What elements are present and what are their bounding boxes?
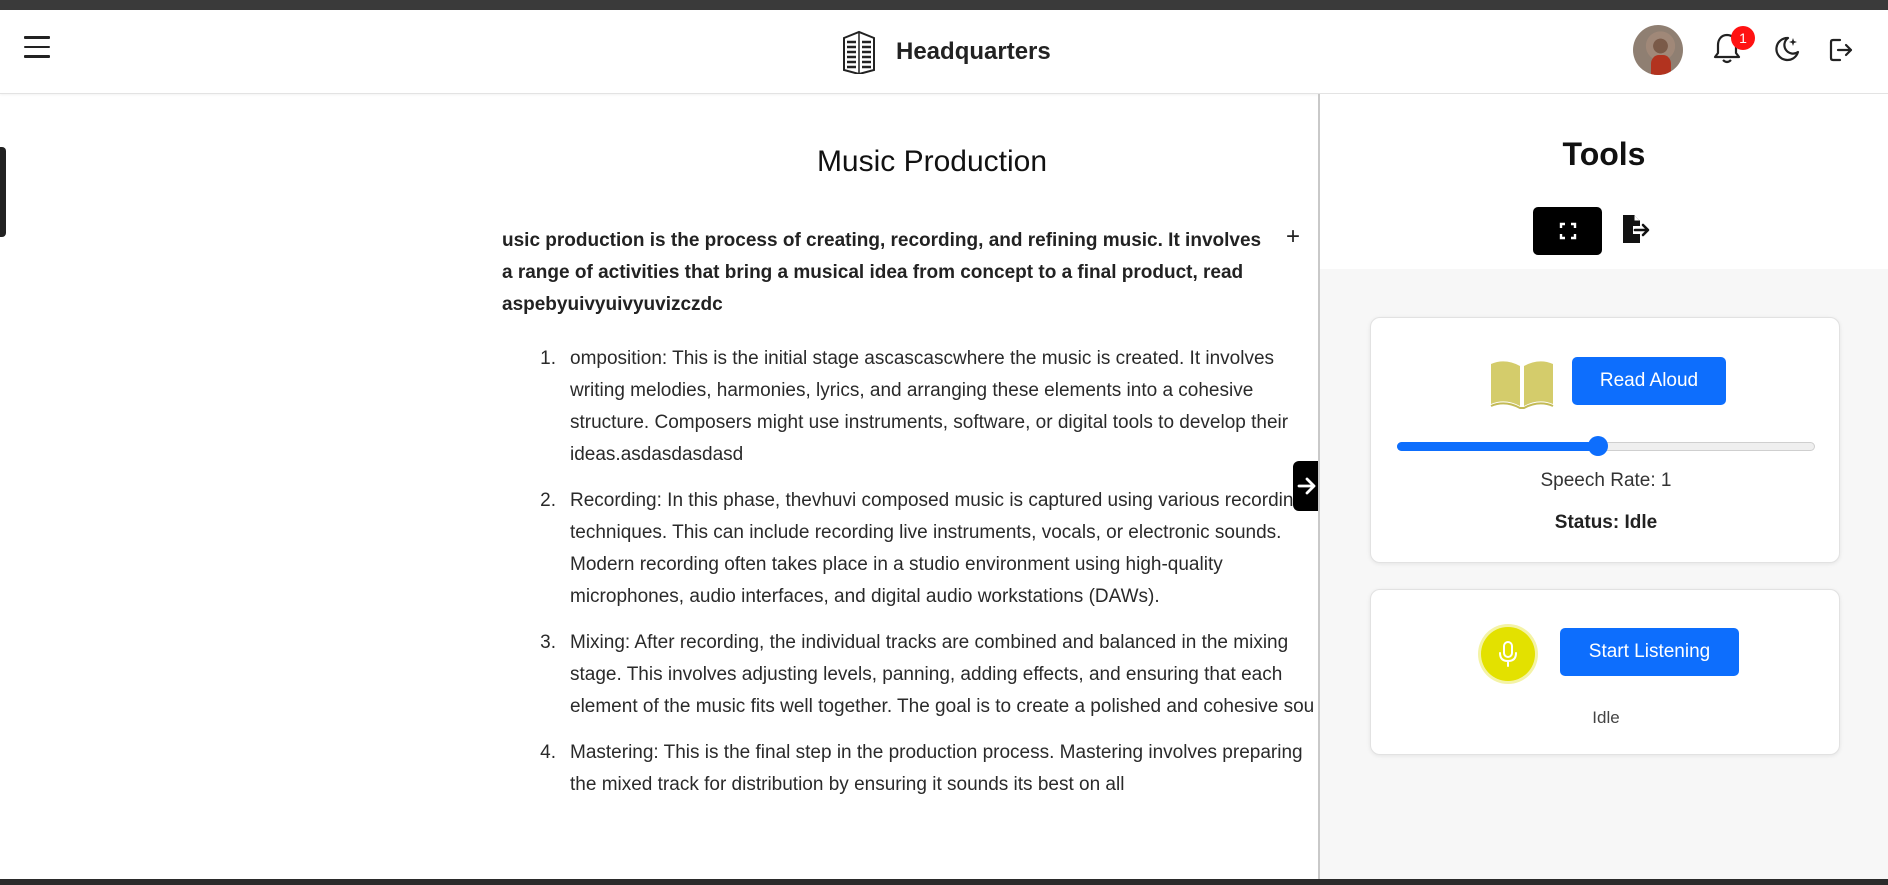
list-item-text: Mixing: After recording, the individual … [570, 632, 1315, 717]
microphone-icon [1499, 641, 1517, 667]
lead-paragraph: usic production is the process of creati… [502, 230, 1262, 315]
fullscreen-button[interactable] [1533, 207, 1602, 255]
list-item: 1. omposition: This is the initial stage … [532, 343, 1316, 471]
article: Music Production usic production is the … [502, 145, 1316, 815]
list-item: 3. Mixing: After recording, the individua… [532, 627, 1316, 723]
tools-panel-header: Tools [1320, 94, 1888, 269]
arrow-right-icon [1297, 477, 1316, 495]
brand: Headquarters [840, 30, 1051, 74]
add-icon[interactable]: + [1286, 223, 1300, 251]
window-bottom-strip [0, 879, 1888, 885]
collapse-panel-button[interactable] [1293, 461, 1319, 511]
list-item-number: 1. [540, 348, 556, 369]
listening-status: Idle [1592, 708, 1620, 727]
list-item-text: omposition: This is the initial stage as… [570, 348, 1289, 465]
slider-fill [1397, 442, 1598, 451]
notification-badge: 1 [1731, 26, 1755, 50]
read-aloud-card: Read Aloud Speech Rate: 1 Status: Idle [1370, 317, 1840, 563]
menu-icon[interactable] [24, 36, 52, 62]
tools-title: Tools [1562, 136, 1646, 172]
logout-icon[interactable] [1827, 36, 1855, 64]
book-icon [1490, 361, 1554, 409]
page-title: Music Production [816, 145, 1048, 178]
steps-list: 1. omposition: This is the initial stage … [502, 343, 1316, 801]
listening-card: Start Listening Idle [1370, 589, 1840, 755]
speech-rate-slider[interactable] [1397, 436, 1815, 456]
window-top-strip [0, 0, 1888, 10]
start-listening-button[interactable]: Start Listening [1560, 628, 1739, 676]
list-item-text: Recording: In this phase, thevhuvi compo… [570, 490, 1304, 607]
app-header: Headquarters 1 [0, 10, 1888, 94]
read-aloud-button[interactable]: Read Aloud [1572, 357, 1726, 405]
speech-rate-label: Speech Rate: 1 [1540, 470, 1672, 491]
avatar[interactable] [1633, 25, 1683, 75]
moon-icon[interactable] [1771, 34, 1801, 64]
file-export-icon[interactable] [1620, 213, 1650, 247]
microphone-button[interactable] [1481, 627, 1535, 681]
sidebar-toggle-tab[interactable] [0, 147, 6, 237]
list-item-number: 3. [540, 632, 556, 653]
lead-section: usic production is the process of creati… [502, 223, 1316, 321]
list-item-text: Mastering: This is the final step in the… [570, 742, 1303, 795]
list-item-number: 4. [540, 742, 556, 763]
app-title: Headquarters [896, 38, 1051, 65]
list-item: 4. Mastering: This is the final step in t… [532, 737, 1316, 801]
read-aloud-status: Status: Idle [1554, 512, 1658, 533]
list-item: 2. Recording: In this phase, thevhuvi com… [532, 485, 1316, 613]
tools-panel: Tools Read Aloud Speech Rate: 1 Status: … [1318, 94, 1888, 879]
list-item-number: 2. [540, 490, 556, 511]
fullscreen-icon [1559, 222, 1577, 240]
slider-thumb[interactable] [1587, 436, 1608, 456]
building-icon [843, 30, 875, 74]
